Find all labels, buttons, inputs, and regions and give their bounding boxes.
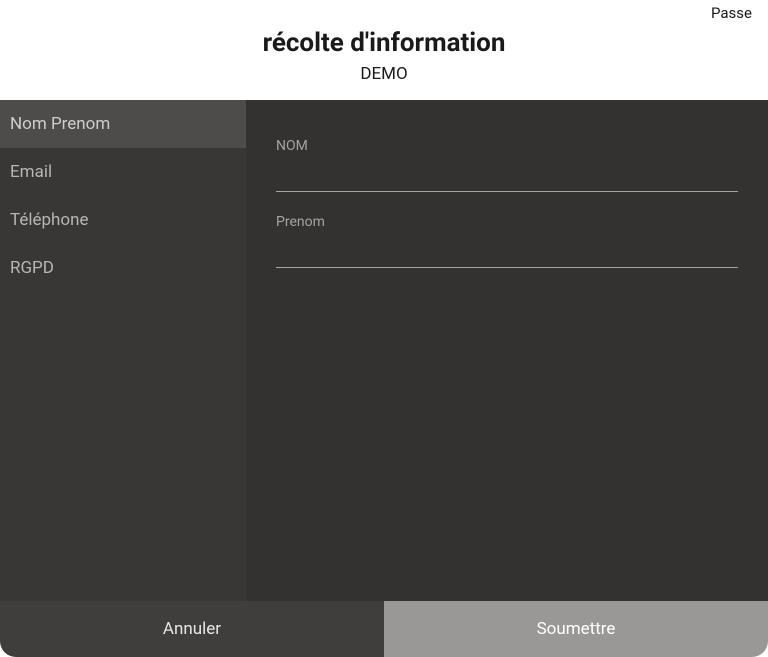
sidebar-item-rgpd[interactable]: RGPD bbox=[0, 244, 246, 292]
sidebar-item-email[interactable]: Email bbox=[0, 148, 246, 196]
page-subtitle: DEMO bbox=[0, 64, 768, 84]
field-group-prenom: Prenom bbox=[276, 214, 738, 268]
sidebar: Nom Prenom Email Téléphone RGPD bbox=[0, 100, 246, 601]
field-label-nom: NOM bbox=[276, 138, 738, 154]
sidebar-item-nom-prenom[interactable]: Nom Prenom bbox=[0, 100, 246, 148]
prenom-input[interactable] bbox=[276, 236, 738, 268]
footer: Annuler Soumettre bbox=[0, 601, 768, 657]
sidebar-item-telephone[interactable]: Téléphone bbox=[0, 196, 246, 244]
nom-input[interactable] bbox=[276, 160, 738, 192]
cancel-button[interactable]: Annuler bbox=[0, 601, 384, 657]
submit-button[interactable]: Soumettre bbox=[384, 601, 768, 657]
page-title: récolte d'information bbox=[0, 28, 768, 58]
field-label-prenom: Prenom bbox=[276, 214, 738, 230]
header: Passe récolte d'information DEMO bbox=[0, 0, 768, 100]
body-region: Nom Prenom Email Téléphone RGPD NOM Pren… bbox=[0, 100, 768, 601]
skip-link[interactable]: Passe bbox=[711, 4, 752, 22]
field-group-nom: NOM bbox=[276, 138, 738, 192]
main-panel: NOM Prenom bbox=[246, 100, 768, 601]
